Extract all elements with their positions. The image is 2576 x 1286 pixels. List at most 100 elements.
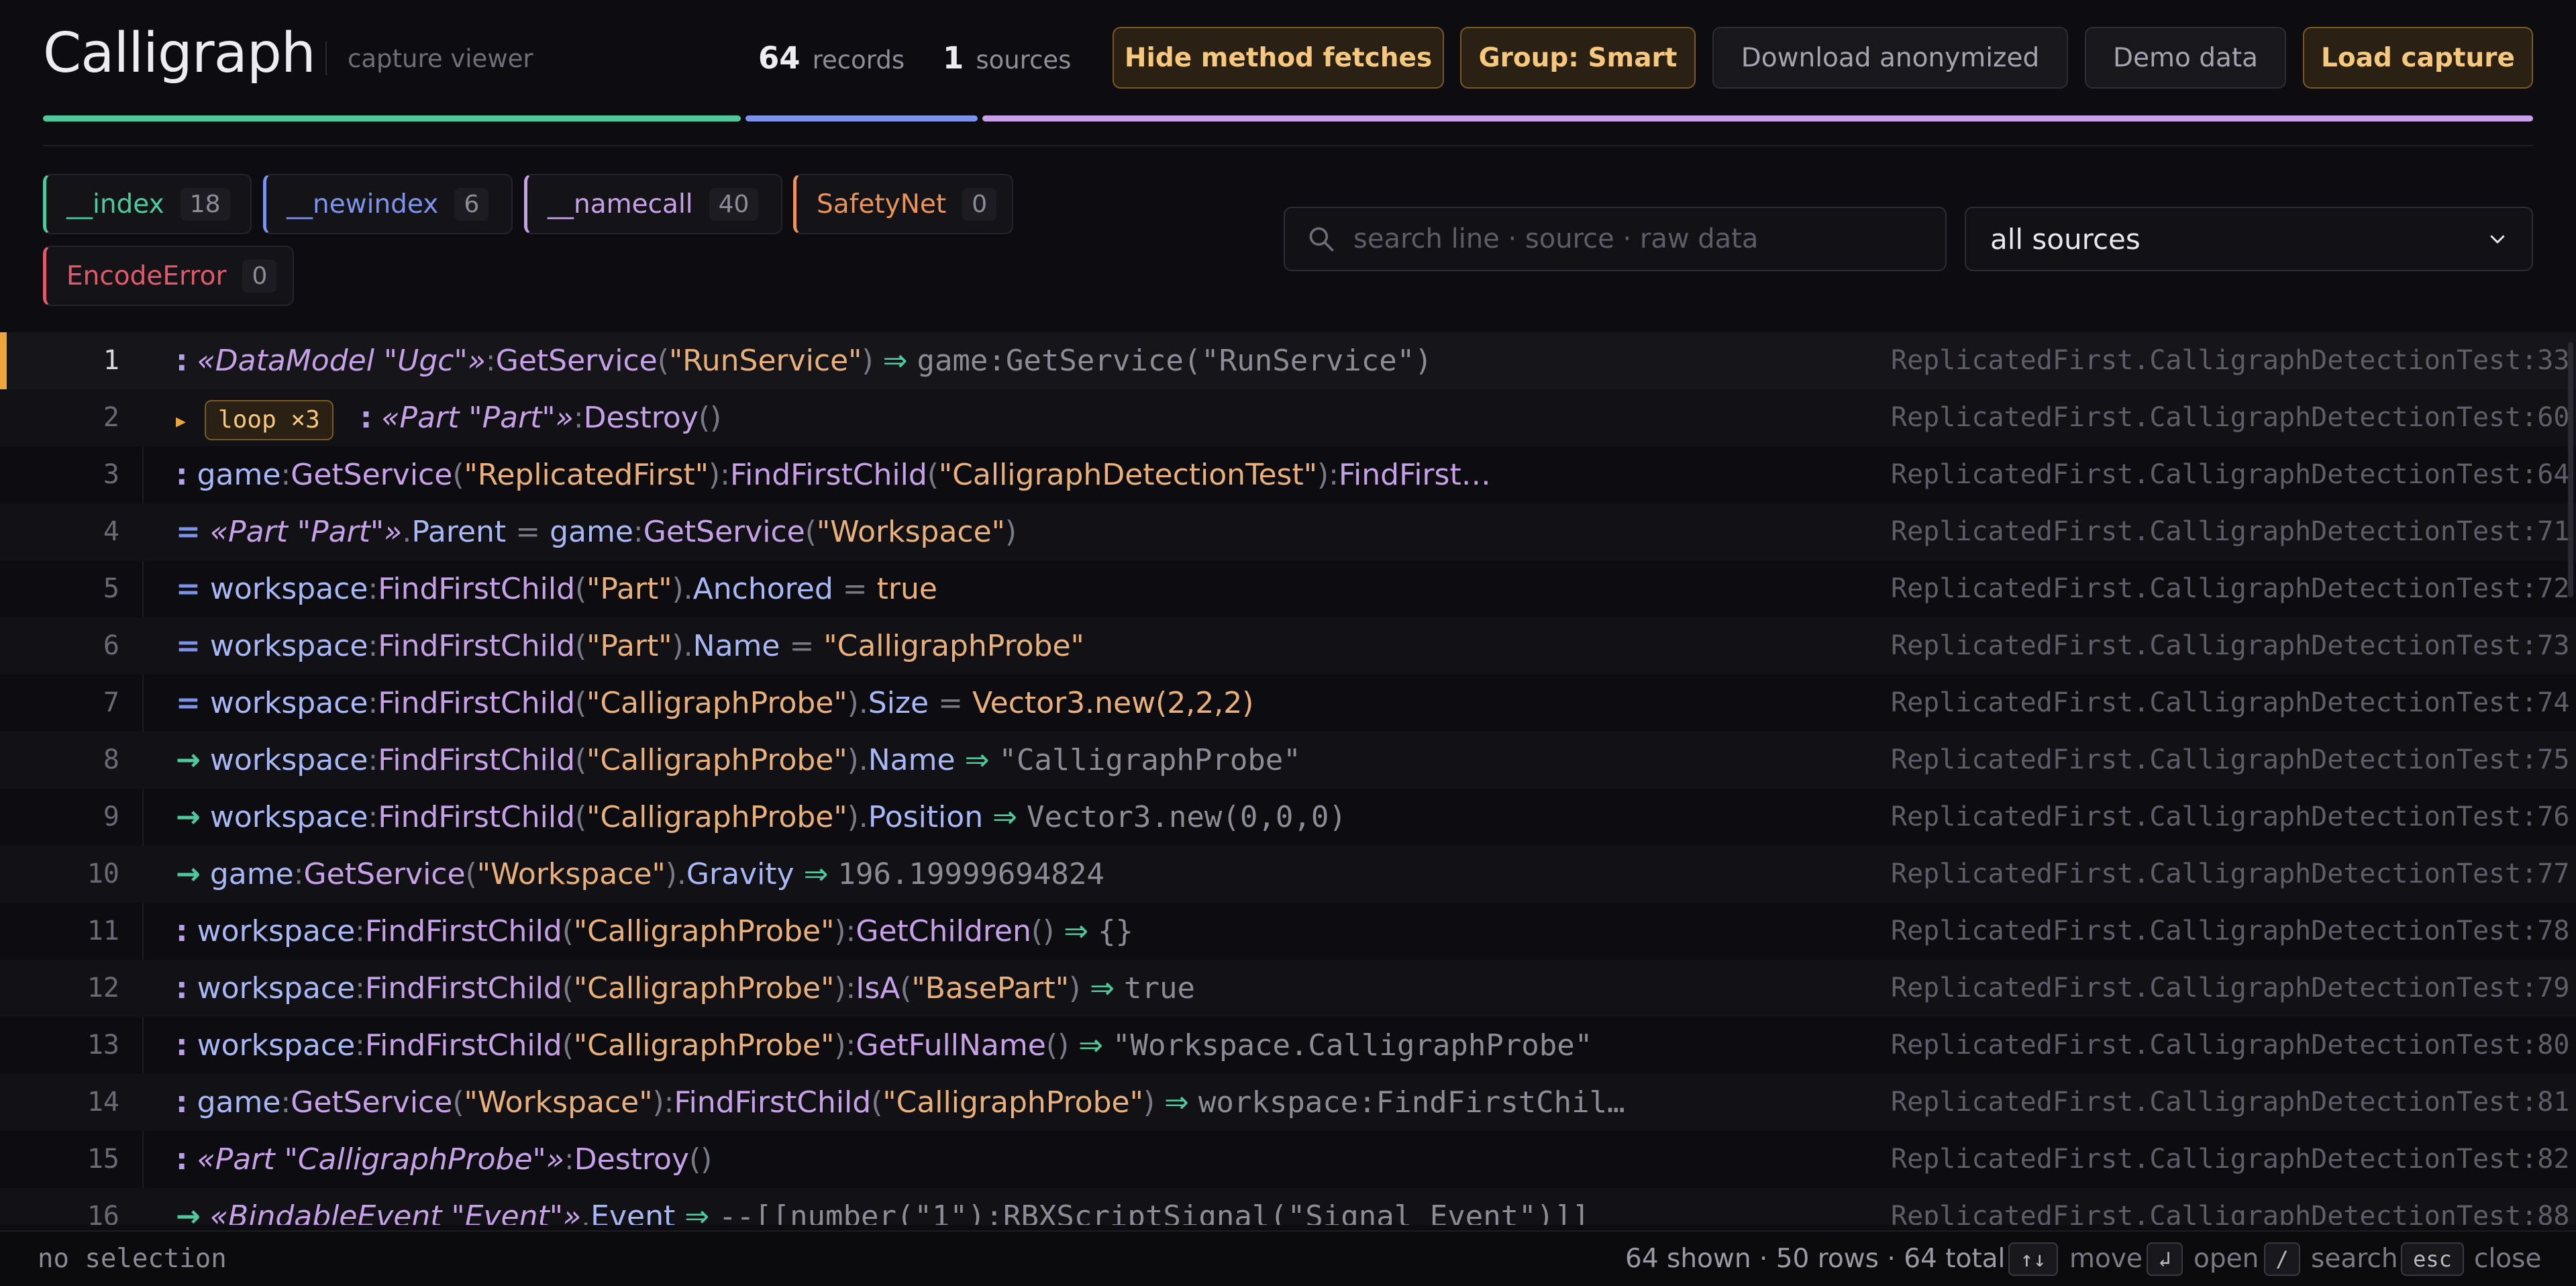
row-number: 16 — [87, 1201, 119, 1225]
row-source: ReplicatedFirst.CalligraphDetectionTest:… — [1891, 858, 2570, 889]
row-source: ReplicatedFirst.CalligraphDetectionTest:… — [1891, 459, 2570, 490]
chevron-down-icon — [2490, 235, 2505, 244]
code-string: "Part" — [586, 572, 672, 606]
search-input[interactable] — [1352, 223, 1945, 255]
code-method: GetService — [291, 1085, 453, 1120]
sources-stat: 1 sources — [943, 40, 1071, 76]
table-row[interactable]: 15 : «Part "CalligraphProbe"»:Destroy() … — [0, 1131, 2576, 1188]
download-anonymized-button[interactable]: Download anonymized — [1712, 27, 2068, 89]
code-instance: «Part "Part"» — [209, 515, 403, 549]
code-string: "CalligraphProbe" — [586, 686, 847, 720]
expand-icon[interactable]: ▸ — [176, 409, 186, 433]
row-code: → workspace:FindFirstChild("CalligraphPr… — [176, 743, 1301, 777]
table-row[interactable]: 10 → game:GetService("Workspace").Gravit… — [0, 846, 2576, 903]
table-row[interactable]: 16 → «BindableEvent "Event"».Event ⇒ --[… — [0, 1188, 2576, 1225]
code-method: GetService — [291, 458, 453, 492]
code-string: "CalligraphProbe" — [586, 743, 847, 777]
code-global: game — [197, 1085, 281, 1120]
category-bar-newindex — [745, 115, 978, 121]
app-subtitle: capture viewer — [348, 44, 533, 73]
table-row[interactable]: 12 : workspace:FindFirstChild("Calligrap… — [0, 960, 2576, 1017]
code-method: GetFullName — [856, 1028, 1046, 1062]
code-method: FindFirstChild — [730, 458, 927, 492]
table-row[interactable]: 5 = workspace:FindFirstChild("Part").Anc… — [0, 560, 2576, 617]
row-code: : workspace:FindFirstChild("CalligraphPr… — [176, 914, 1134, 948]
code-method: FindFirstChild — [378, 572, 575, 606]
filter-safetynet[interactable]: SafetyNet 0 — [793, 174, 1013, 234]
row-source: ReplicatedFirst.CalligraphDetectionTest:… — [1891, 916, 2570, 946]
table-row[interactable]: 11 : workspace:FindFirstChild("Calligrap… — [0, 903, 2576, 960]
code-method: GetService — [495, 344, 658, 378]
load-capture-button[interactable]: Load capture — [2303, 27, 2533, 89]
row-source: ReplicatedFirst.CalligraphDetectionTest:… — [1891, 345, 2570, 376]
filter-newindex[interactable]: __newindex 6 — [263, 174, 513, 234]
row-code: → «BindableEvent "Event"».Event ⇒ --[[nu… — [176, 1188, 1590, 1225]
records-stat: 64 records — [758, 40, 905, 76]
demo-data-button[interactable]: Demo data — [2085, 27, 2286, 89]
row-number: 14 — [87, 1087, 119, 1118]
code-method: FindFirstChild — [378, 629, 575, 663]
table-row[interactable]: 9 → workspace:FindFirstChild("Calligraph… — [0, 789, 2576, 846]
code-string: "RunService" — [668, 344, 862, 378]
row-code: : workspace:FindFirstChild("CalligraphPr… — [176, 1028, 1593, 1062]
code-string: "ReplicatedFirst" — [464, 458, 709, 492]
kbd-search-label: search — [2311, 1244, 2398, 1274]
code-string: "CalligraphProbe" — [573, 971, 835, 1005]
table-row[interactable]: 4 = «Part "Part"».Parent = game:GetServi… — [0, 503, 2576, 560]
code-string: "CalligraphProbe" — [586, 800, 847, 834]
code-property: Anchored — [692, 572, 833, 606]
source-select[interactable]: all sources — [1965, 207, 2533, 271]
table-row[interactable]: 14 : game:GetService("Workspace"):FindFi… — [0, 1074, 2576, 1131]
code-result: {} — [1098, 914, 1134, 948]
kbd-move-label: move — [2069, 1244, 2143, 1274]
category-bar-index — [43, 115, 741, 121]
code-string: "CalligraphDetectionTest" — [938, 458, 1317, 492]
kbd-close-label: close — [2474, 1244, 2542, 1274]
code-instance: «Part "CalligraphProbe"» — [197, 1142, 564, 1177]
row-number: 7 — [103, 687, 119, 718]
code-method: FindFirstChild — [378, 686, 575, 720]
code-result: --[[number("1"):RBXScriptSignal("Signal … — [719, 1199, 1590, 1225]
code-property: Name — [868, 743, 956, 777]
group-smart-button[interactable]: Group: Smart — [1460, 27, 1696, 89]
code-global: workspace — [197, 914, 356, 948]
code-method: GetService — [303, 857, 466, 891]
table-row[interactable]: 3 : game:GetService("ReplicatedFirst"):F… — [0, 446, 2576, 503]
table-row[interactable]: 13 : workspace:FindFirstChild("Calligrap… — [0, 1017, 2576, 1074]
code-string: "BasePart" — [911, 971, 1069, 1005]
row-source: ReplicatedFirst.CalligraphDetectionTest:… — [1891, 1087, 2570, 1118]
row-number: 5 — [103, 573, 119, 604]
code-result: "CalligraphProbe" — [998, 743, 1301, 777]
row-code: = «Part "Part"».Parent = game:GetService… — [176, 515, 1017, 549]
table-row[interactable]: 7 = workspace:FindFirstChild("Calligraph… — [0, 675, 2576, 732]
row-source: ReplicatedFirst.CalligraphDetectionTest:… — [1891, 630, 2570, 661]
row-number: 4 — [103, 516, 119, 547]
filter-encodeerror[interactable]: EncodeError 0 — [43, 246, 294, 306]
filter-index[interactable]: __index 18 — [43, 174, 252, 234]
row-counts: 64 shown · 50 rows · 64 total — [1625, 1244, 2006, 1274]
table-row[interactable]: 6 = workspace:FindFirstChild("Part").Nam… — [0, 617, 2576, 675]
table-row[interactable]: 1 : «DataModel "Ugc"»:GetService("RunSer… — [0, 332, 2576, 389]
table-row[interactable]: 2 ▸ loop ×3: «Part "Part"»:Destroy() Rep… — [0, 389, 2576, 446]
code-value: true — [876, 572, 937, 606]
filter-encodeerror-label: EncodeError — [66, 260, 227, 291]
table-row[interactable]: 8 → workspace:FindFirstChild("Calligraph… — [0, 732, 2576, 789]
row-number: 12 — [87, 973, 119, 1003]
code-result: Vector3.new(0,0,0) — [1026, 800, 1347, 834]
code-global: game — [550, 515, 633, 549]
row-number: 6 — [103, 630, 119, 661]
row-number: 9 — [103, 801, 119, 832]
list-scrollbar[interactable] — [2568, 342, 2573, 597]
search-box[interactable] — [1284, 207, 1947, 271]
loop-badge: loop ×3 — [205, 400, 333, 440]
row-number: 11 — [87, 916, 119, 946]
hide-method-fetches-button[interactable]: Hide method fetches — [1113, 27, 1444, 89]
category-bar-namecall — [982, 115, 2533, 121]
row-number: 8 — [103, 744, 119, 775]
filter-namecall[interactable]: __namecall 40 — [524, 174, 782, 234]
row-code: = workspace:FindFirstChild("CalligraphPr… — [176, 686, 1254, 720]
category-bar — [43, 115, 2533, 121]
record-list: 1 : «DataModel "Ugc"»:GetService("RunSer… — [0, 332, 2576, 1225]
row-number: 2 — [103, 402, 119, 433]
filter-namecall-label: __namecall — [548, 189, 693, 219]
